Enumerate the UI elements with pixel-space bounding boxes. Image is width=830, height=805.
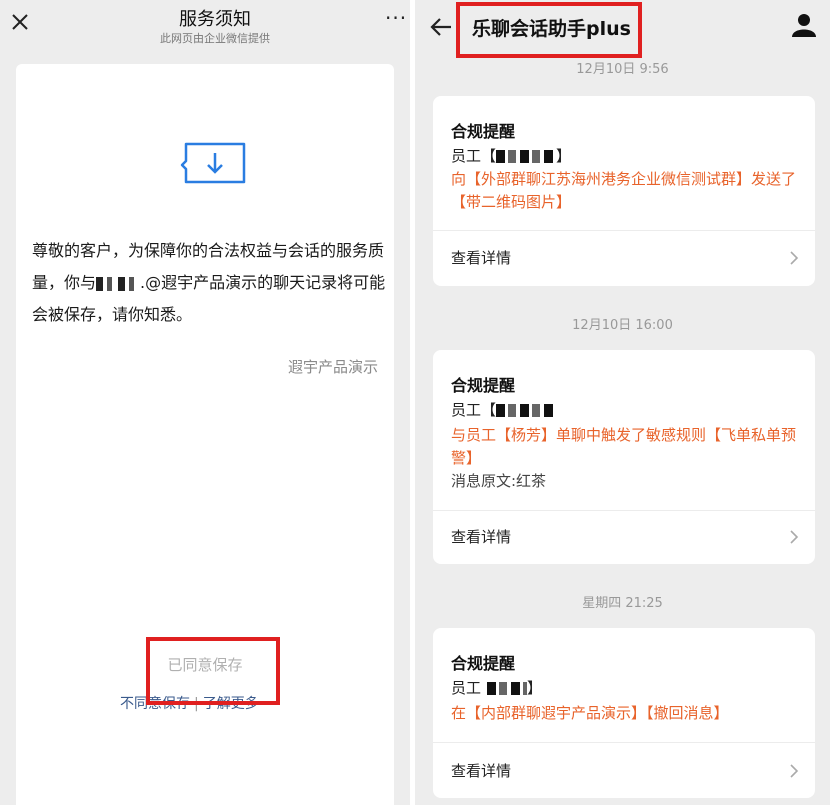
employee-line: 员工 】 [451,677,801,700]
download-icon [180,142,246,184]
employee-suffix: 】 [556,147,572,165]
employee-line: 员工【 】 [451,145,801,168]
original-message-text: 消息原文:红茶 [451,472,547,490]
employee-prefix: 员工【 [451,401,497,419]
timestamp: 12月10日 9:56 [576,62,669,77]
employee-prefix: 员工【 [451,147,497,165]
redacted-name [96,276,141,291]
user-icon[interactable] [791,12,817,38]
footer-links: 不同意保存 | 了解更多 [120,693,259,713]
employee-suffix: 】 [527,679,543,697]
alert-text: 向【外部群聊江苏海州港务企业微信测试群】发送了【带二维码图片】 [451,170,797,211]
signature-text: 遐宇产品演示 [287,358,378,376]
more-icon[interactable]: ··· [385,6,407,30]
chevron-right-icon[interactable] [789,763,799,779]
view-details-link[interactable]: 查看详情 [451,247,511,268]
page-title: 服务须知 [179,9,251,30]
chevron-right-icon[interactable] [789,529,799,545]
page-subtitle: 此网页由企业微信提供 [160,32,270,45]
alert-text: 在【内部群聊遐宇产品演示】【撤回消息】 [451,704,729,722]
chat-panel: 乐聊会话助手plus 12月10日 9:56 合规提醒 员工【】 向【外部群聊江… [415,0,830,805]
redacted-name [496,150,557,163]
message-card: 合规提醒 员工【 】 向【外部群聊江苏海州港务企业微信测试群】发送了【带二维码图片… [433,96,815,286]
disagree-save-link[interactable]: 不同意保存 [120,696,190,712]
message-title: 合规提醒 [451,376,516,395]
timestamp: 星期四 21:25 [582,596,663,611]
card-divider [433,742,815,743]
link-separator: | [194,696,199,712]
message-title: 合规提醒 [451,122,516,141]
card-divider [433,510,815,511]
message-title: 合规提醒 [451,654,516,673]
back-arrow-icon[interactable] [429,15,455,39]
card-divider [433,230,815,231]
notice-text: 尊敬的客户，为保障你的合法权益与会话的服务质量，你与 .@遐宇产品演示的聊天记录将… [32,235,388,331]
view-details-link[interactable]: 查看详情 [451,760,511,781]
employee-prefix: 员工 [451,679,482,697]
agreed-save-button[interactable]: 已同意保存 [150,654,260,675]
alert-text: 与员工【杨芳】单聊中触发了敏感规则【飞单私单预警】 [451,426,797,467]
employee-line: 员工【 [451,399,801,422]
redacted-name [487,682,528,695]
learn-more-link[interactable]: 了解更多 [203,696,259,712]
chevron-right-icon[interactable] [789,250,799,266]
service-notice-panel: 服务须知 此网页由企业微信提供 ··· 尊敬的客户，为保障你的合法权益与会话的服… [0,0,410,805]
message-card: 合规提醒 员工 】 在【内部群聊遐宇产品演示】【撤回消息】 查看详情 [433,628,815,798]
chat-title: 乐聊会话助手plus [472,18,631,40]
timestamp: 12月10日 16:00 [572,318,673,333]
view-details-link[interactable]: 查看详情 [451,526,511,547]
message-card: 合规提醒 员工【 与员工【杨芳】单聊中触发了敏感规则【飞单私单预警】 消息原文:… [433,350,815,564]
redacted-name [496,404,557,417]
